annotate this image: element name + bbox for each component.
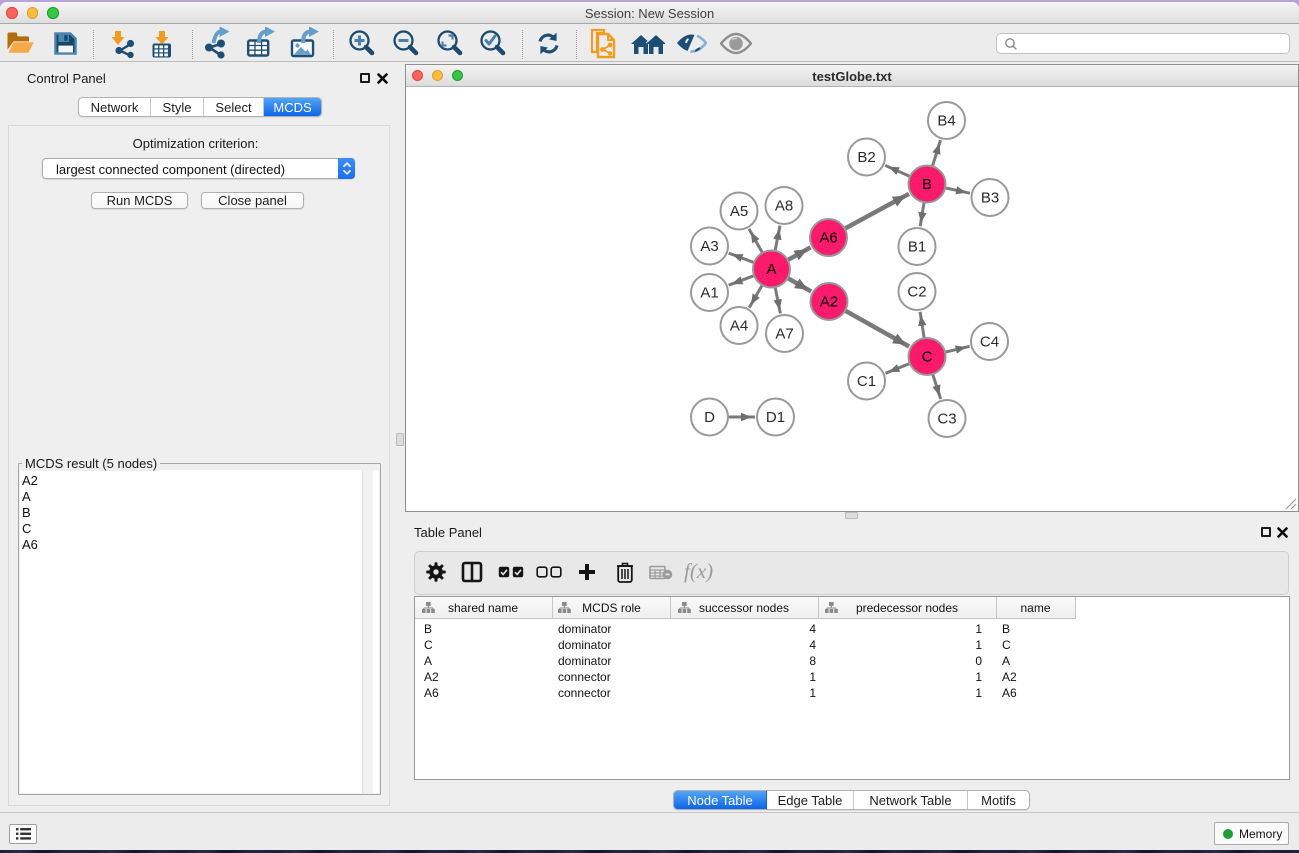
svg-text:D1: D1 xyxy=(766,409,785,426)
svg-text:A7: A7 xyxy=(775,326,793,343)
svg-text:A3: A3 xyxy=(700,238,718,255)
svg-text:B3: B3 xyxy=(981,190,999,207)
svg-text:B: B xyxy=(922,176,932,193)
svg-text:A6: A6 xyxy=(819,230,837,247)
svg-text:A4: A4 xyxy=(730,318,748,335)
svg-text:A: A xyxy=(766,261,776,278)
svg-text:C1: C1 xyxy=(857,373,876,390)
svg-text:C3: C3 xyxy=(937,411,956,428)
svg-text:C4: C4 xyxy=(980,334,999,351)
svg-text:B1: B1 xyxy=(908,239,926,256)
svg-text:C: C xyxy=(922,349,933,366)
svg-text:B2: B2 xyxy=(857,149,875,166)
svg-text:B4: B4 xyxy=(937,113,955,130)
svg-text:D: D xyxy=(704,409,715,426)
svg-text:A8: A8 xyxy=(775,198,793,215)
svg-text:C2: C2 xyxy=(907,284,926,301)
svg-text:A1: A1 xyxy=(700,285,718,302)
svg-text:A5: A5 xyxy=(730,203,748,220)
svg-text:A2: A2 xyxy=(820,294,838,311)
